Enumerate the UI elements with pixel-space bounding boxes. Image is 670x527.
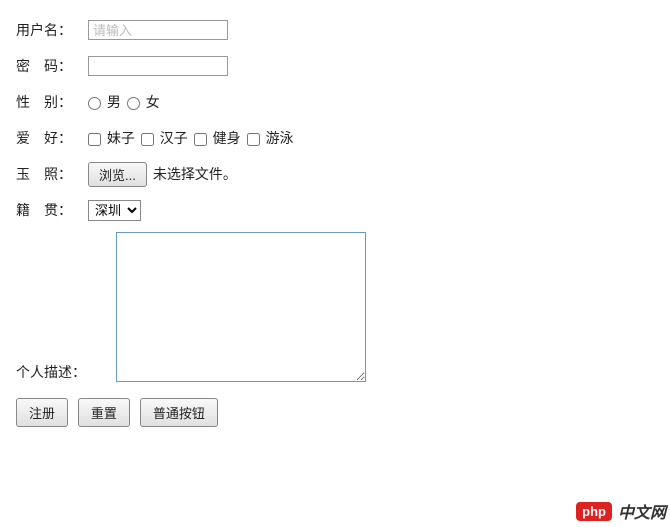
row-photo: 玉 照： 浏览... 未选择文件。 (16, 160, 654, 188)
watermark-text: 中文网 (618, 499, 666, 523)
row-origin: 籍 贯： 深圳 (16, 196, 654, 224)
sex-option-female-label: 女 (146, 94, 160, 110)
password-input[interactable] (88, 56, 228, 76)
button-row: 注册 重置 普通按钮 (16, 398, 654, 427)
watermark: php 中文网 (576, 499, 666, 523)
hobby-check-1[interactable] (141, 133, 154, 146)
hobby-option-1-label: 汉子 (160, 130, 188, 146)
hobby-option-2-label: 健身 (213, 130, 241, 146)
hobby-option-3-label: 游泳 (266, 130, 294, 146)
sex-option-male-label: 男 (107, 94, 121, 110)
watermark-logo: php (576, 502, 612, 521)
sex-radio-female[interactable] (127, 97, 140, 110)
sex-option-male: 男 (88, 92, 121, 112)
desc-textarea[interactable] (116, 232, 366, 382)
hobby-option-1: 汉子 (141, 128, 188, 148)
file-browse-button[interactable]: 浏览... (88, 162, 147, 187)
sex-label: 性 别： (16, 92, 88, 112)
row-desc: 个人描述： (16, 232, 654, 382)
row-hobby: 爱 好： 妹子 汉子 健身 游泳 (16, 124, 654, 152)
username-label: 用户名： (16, 20, 88, 40)
hobby-check-2[interactable] (194, 133, 207, 146)
sex-option-female: 女 (127, 92, 160, 112)
origin-select[interactable]: 深圳 (88, 200, 141, 221)
photo-label: 玉 照： (16, 164, 88, 184)
row-sex: 性 别： 男 女 (16, 88, 654, 116)
origin-label: 籍 贯： (16, 200, 88, 220)
desc-label: 个人描述： (16, 362, 88, 382)
username-input[interactable] (88, 20, 228, 40)
normal-button[interactable]: 普通按钮 (140, 398, 218, 427)
row-username: 用户名： (16, 16, 654, 44)
password-label: 密 码： (16, 56, 88, 76)
file-status-text: 未选择文件。 (153, 164, 237, 184)
sex-radio-male[interactable] (88, 97, 101, 110)
hobby-option-0: 妹子 (88, 128, 135, 148)
hobby-label: 爱 好： (16, 128, 88, 148)
hobby-check-0[interactable] (88, 133, 101, 146)
hobby-option-0-label: 妹子 (107, 130, 135, 146)
hobby-option-2: 健身 (194, 128, 241, 148)
submit-button[interactable]: 注册 (16, 398, 68, 427)
reset-button[interactable]: 重置 (78, 398, 130, 427)
row-password: 密 码： (16, 52, 654, 80)
hobby-check-3[interactable] (247, 133, 260, 146)
hobby-option-3: 游泳 (247, 128, 294, 148)
